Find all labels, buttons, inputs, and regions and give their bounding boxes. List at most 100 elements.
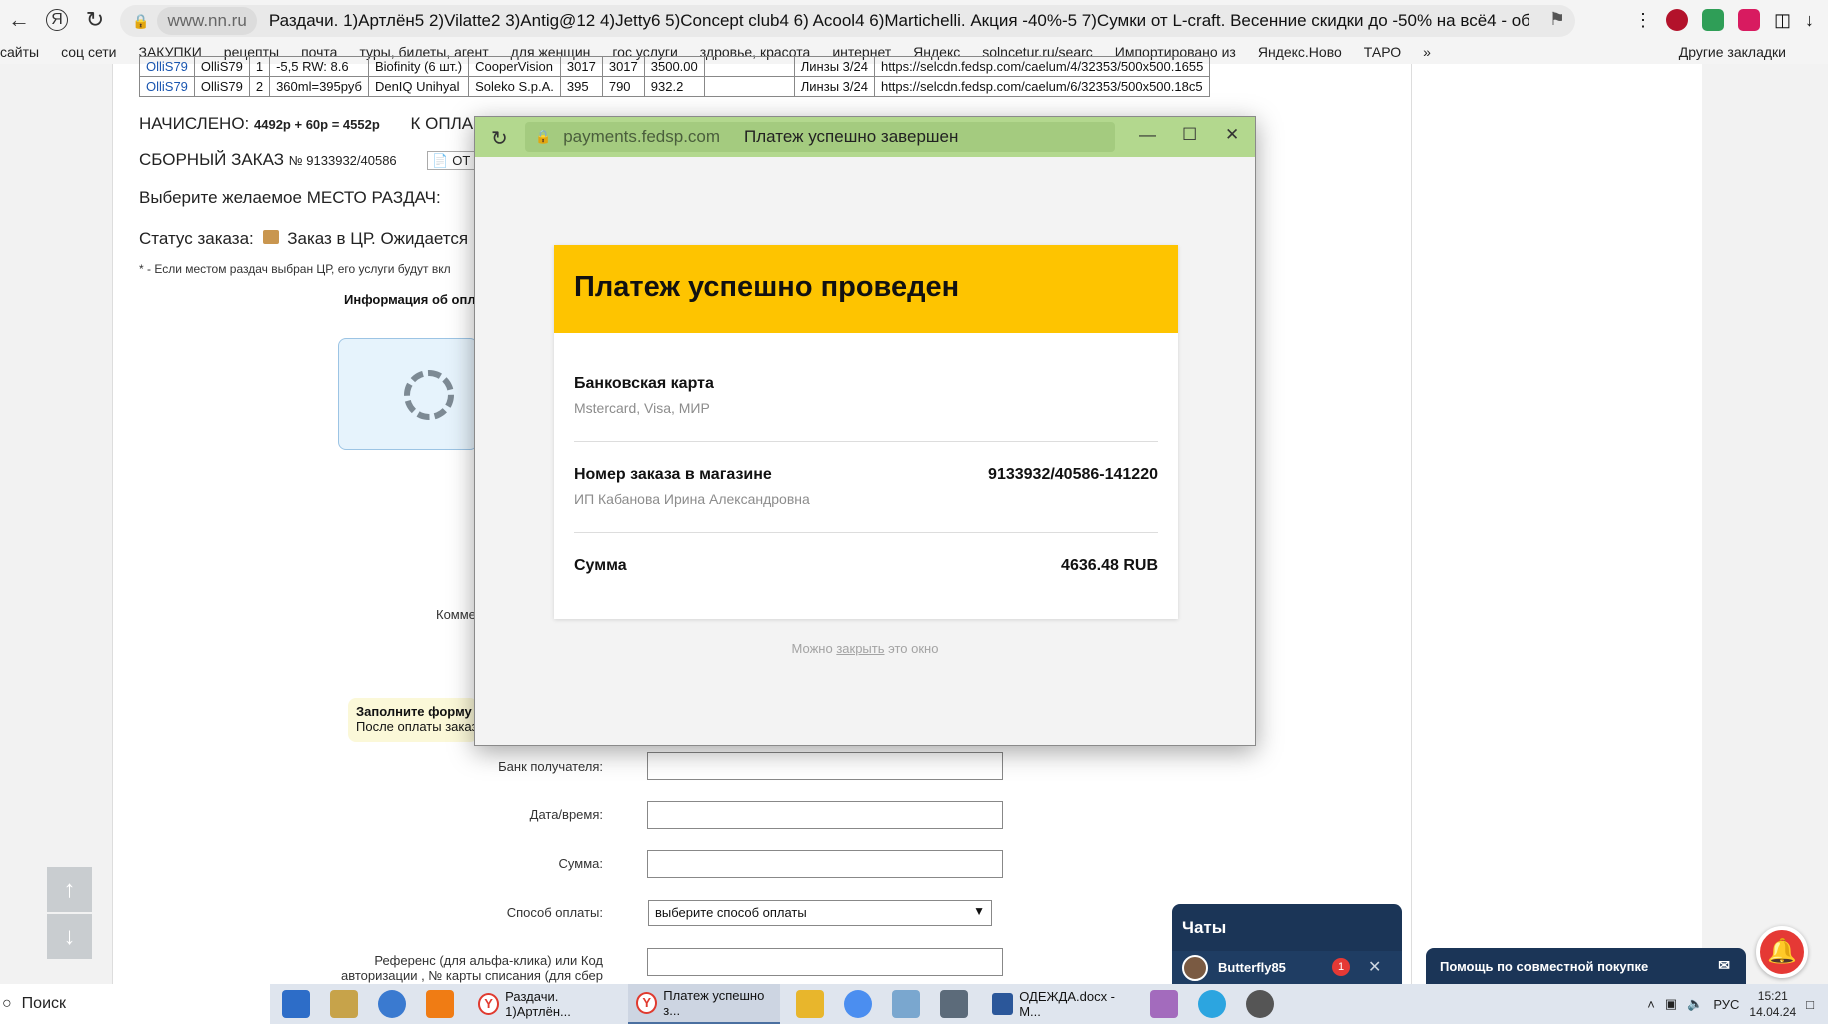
taskbar-app-label: ОДЕЖДА.docx - M... [1019,989,1116,1019]
taskbar-app-word[interactable]: ОДЕЖДА.docx - M... [984,984,1136,1024]
notifications-icon[interactable]: □ [1806,997,1814,1012]
bookmark-item[interactable]: Яндекс.Ново [1258,44,1342,60]
to-pay-label: К ОПЛА [410,114,474,133]
close-icon[interactable]: ✕ [1225,125,1239,145]
taskbar-app-yandex-1[interactable]: Y Раздачи. 1)Артлён... [470,984,622,1024]
bookmark-item[interactable]: » [1423,44,1431,60]
lock-icon: 🔒 [132,12,150,29]
clock[interactable]: 15:21 14.04.24 [1749,988,1796,1020]
address-domain: www.nn.ru [157,7,257,35]
yandex-browser-icon: Y [478,993,500,1015]
chats-widget[interactable]: Чаты Butterfly85 1 ✕ [1172,904,1402,984]
globe-icon[interactable] [378,990,406,1018]
datetime-label: Дата/время: [529,807,603,822]
other-bookmarks[interactable]: Другие закладки [1679,44,1786,60]
unread-badge: 1 [1332,958,1350,976]
notification-bell-icon[interactable]: 🔔 [1756,926,1808,978]
table-row: OlliS79 OlliS79 2 360ml=395руб DenIQ Uni… [139,76,1211,97]
reference-label-2: авторизации , № карты списания (для сбер [340,968,603,983]
table-cell: 2 [248,76,271,97]
payment-method-select[interactable]: выберите способ оплаты ▼ [648,900,992,926]
back-icon[interactable]: ← [0,1,38,39]
card-method-sub: Mstercard, Visa, МИР [574,400,710,416]
menu-dots-icon[interactable]: ⋮ [1634,10,1652,31]
bookmark-item[interactable]: сайты [0,44,39,60]
box-icon [262,230,279,244]
taskbar-search[interactable]: ○ Поиск [0,984,270,1024]
sum-title: Сумма [574,557,627,574]
close-icon[interactable]: ✕ [1368,957,1381,977]
bookmark-item[interactable]: ТАРО [1364,44,1401,60]
app-icon[interactable] [892,990,920,1018]
address-page-title: Раздачи. 1)Артлён5 2)Vilatte2 3)Antig@12… [268,11,1529,30]
satellite-icon[interactable] [1246,990,1274,1018]
table-cell: 790 [601,76,645,97]
table-cell: 3017 [559,56,603,77]
status-line: Статус заказа: Заказ в ЦР. Ожидается [139,229,468,249]
table-cell: 360ml=395руб [269,76,369,97]
toolbar-extensions: ⋮ ◫ ↓ [1634,0,1828,40]
chevron-down-icon: ▼ [973,904,985,918]
word-icon [992,993,1014,1015]
calculator-icon[interactable] [940,990,968,1018]
sum-input[interactable] [647,850,1003,878]
yandex-home-icon[interactable]: Я [46,9,68,31]
address-bar[interactable]: 🔒 www.nn.ru Раздачи. 1)Артлён5 2)Vilatte… [120,5,1575,37]
pen-icon[interactable] [330,990,358,1018]
extensions-icon[interactable]: ◫ [1774,10,1791,31]
telegram-icon[interactable] [1198,990,1226,1018]
table-cell: OlliS79 [193,56,250,77]
green-extension-icon[interactable] [1701,9,1724,31]
vlc-icon[interactable] [426,990,454,1018]
bank-input[interactable] [647,752,1003,780]
store-icon[interactable] [282,990,310,1018]
popup-address-bar[interactable]: 🔒 payments.fedsp.com Платеж успешно заве… [525,122,1115,152]
help-bar[interactable]: Помощь по совместной покупке ✉ [1426,948,1746,984]
maximize-icon[interactable]: ☐ [1182,125,1197,145]
orders-table: OlliS79 OlliS79 1 -5,5 RW: 8.6 Biofinity… [139,56,1211,97]
order-number: 9133932/40586-141220 [988,466,1158,483]
volume-icon[interactable]: 🔈 [1687,996,1703,1012]
pink-extension-icon[interactable] [1737,9,1760,31]
card-method-title: Банковская карта [574,375,714,392]
table-cell: https://selcdn.fedsp.com/caelum/6/32353/… [873,76,1211,97]
shield-extension-icon[interactable] [1665,9,1688,31]
chrome-icon[interactable] [844,990,872,1018]
taskbar-app-yandex-2[interactable]: Y Платеж успешно з... [628,984,780,1024]
table-cell: 3017 [601,56,645,77]
order-title: Номер заказа в магазине [574,466,772,483]
sum-label: Сумма: [558,856,603,871]
status-label: Статус заказа: [139,229,254,248]
chevron-up-icon[interactable]: ˄ [1647,997,1655,1012]
bookmark-icon[interactable]: ⚑ [1549,9,1565,30]
paint-icon[interactable] [1150,990,1178,1018]
fill-form-title: Заполните форму [356,704,472,719]
table-cell: DenIQ Unihyal [367,76,470,97]
table-cell: 3500.00 [643,56,705,77]
reload-icon[interactable]: ↻ [491,126,508,151]
network-icon[interactable]: ▣ [1665,996,1677,1012]
divider [574,532,1158,533]
taskbar-app-label: Платеж успешно з... [663,988,765,1018]
reference-input[interactable] [647,948,1003,976]
otk-button[interactable]: 📄 ОТ [427,151,476,170]
scroll-down-icon[interactable]: ↓ [47,914,92,959]
table-cell[interactable]: OlliS79 [139,56,195,77]
close-window-link[interactable]: закрыть [836,641,884,656]
minimize-icon[interactable]: — [1139,125,1156,145]
success-heading: Платеж успешно проведен [574,271,960,303]
fill-form-text: После оплаты заказ [356,719,478,734]
bookmark-item[interactable]: соц сети [61,44,116,60]
system-tray: ˄ ▣ 🔈 РУС 15:21 14.04.24 □ [1647,984,1814,1024]
datetime-input[interactable] [647,801,1003,829]
folder-icon[interactable] [796,990,824,1018]
language-indicator[interactable]: РУС [1713,997,1739,1012]
reload-icon[interactable]: ↻ [76,1,114,39]
download-icon[interactable]: ↓ [1805,10,1814,31]
table-cell[interactable]: OlliS79 [139,76,195,97]
status-value: Заказ в ЦР. Ожидается [287,229,469,248]
scroll-up-icon[interactable]: ↑ [47,867,92,912]
payment-info-heading: Информация об опл [344,292,476,307]
loading-spinner-icon [404,370,454,420]
chat-item[interactable]: Butterfly85 1 ✕ [1172,951,1402,984]
